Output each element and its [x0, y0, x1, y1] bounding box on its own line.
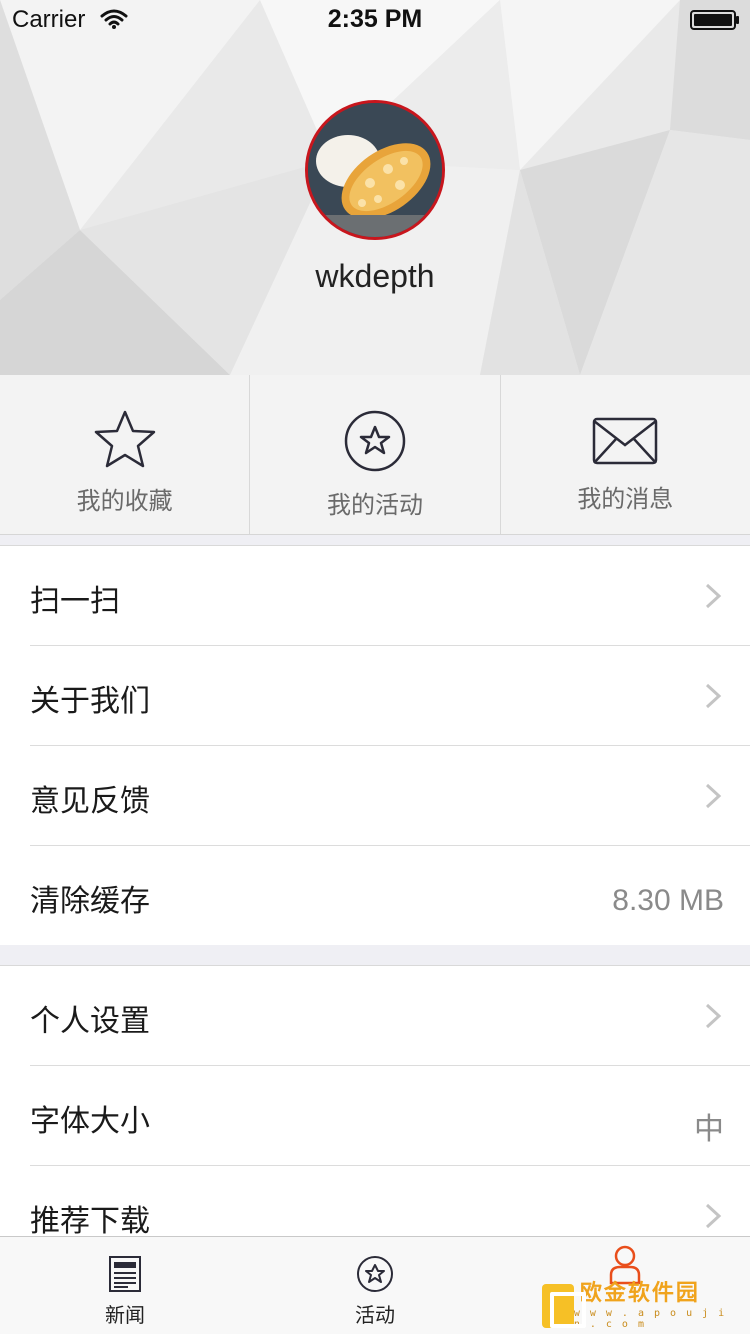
row-personal-settings[interactable]: 个人设置: [0, 966, 750, 1066]
row-clear-cache[interactable]: 清除缓存 8.30 MB: [0, 846, 750, 946]
star-circle-icon: [357, 1256, 393, 1292]
chevron-right-icon: [705, 1003, 722, 1029]
cache-size-value: 8.30 MB: [612, 884, 724, 917]
row-label: 扫一扫: [30, 584, 120, 619]
profile-header: Carrier 2:35 PM wkdepth: [0, 0, 750, 375]
activities-button[interactable]: 我的活动: [250, 375, 501, 534]
chevron-right-icon: [705, 683, 722, 709]
row-scan[interactable]: 扫一扫: [0, 546, 750, 646]
star-circle-icon: [344, 410, 406, 472]
favorites-label: 我的收藏: [76, 487, 173, 515]
tab-activities[interactable]: 活动: [250, 1237, 500, 1334]
status-bar: Carrier 2:35 PM: [0, 0, 750, 40]
row-label: 推荐下载: [30, 1204, 150, 1237]
envelope-icon: [593, 417, 658, 465]
star-outline-icon: [94, 410, 155, 468]
favorites-button[interactable]: 我的收藏: [0, 375, 251, 534]
watermark: 欧金软件园 w w w . a p o u j i n . c o m: [542, 1282, 742, 1330]
chevron-right-icon: [705, 583, 722, 609]
row-font-size[interactable]: 字体大小 中: [0, 1066, 750, 1166]
chevron-right-icon: [705, 783, 722, 809]
row-label: 关于我们: [30, 684, 150, 719]
row-recommend-download[interactable]: 推荐下载: [0, 1166, 750, 1237]
tab-bar: 新闻 活动 欧金软件园 w w w . a p o u j i n . c o …: [0, 1236, 750, 1334]
watermark-url: w w w . a p o u j i n . c o m: [573, 1307, 727, 1330]
row-label: 意见反馈: [30, 784, 150, 819]
settings-group-2: 个人设置 字体大小 中 推荐下载: [0, 965, 750, 1237]
avatar[interactable]: [305, 100, 445, 240]
watermark-logo-icon: [542, 1284, 586, 1328]
avatar-image: [308, 103, 442, 237]
tab-label: 活动: [355, 1303, 395, 1327]
messages-label: 我的消息: [577, 485, 674, 513]
watermark-text: 欧金软件园: [579, 1280, 700, 1306]
username: wkdepth: [315, 258, 435, 294]
activities-label: 我的活动: [326, 491, 423, 519]
quick-actions: 我的收藏 我的活动 我的消息: [0, 375, 750, 535]
status-time: 2:35 PM: [327, 5, 423, 33]
settings-group-1: 扫一扫 关于我们 意见反馈 清除缓存 8.30 MB: [0, 545, 750, 945]
tab-news[interactable]: 新闻: [0, 1237, 250, 1334]
newspaper-icon: [109, 1256, 141, 1292]
battery-icon: [690, 10, 739, 30]
chevron-right-icon: [705, 1203, 722, 1229]
font-size-value: 中: [694, 1112, 724, 1147]
messages-button[interactable]: 我的消息: [501, 375, 750, 534]
tab-label: 新闻: [105, 1303, 145, 1327]
person-icon: [609, 1245, 641, 1285]
row-label: 字体大小: [30, 1104, 150, 1139]
row-feedback[interactable]: 意见反馈: [0, 746, 750, 846]
row-label: 清除缓存: [30, 884, 150, 919]
row-label: 个人设置: [30, 1004, 150, 1039]
row-about-us[interactable]: 关于我们: [0, 646, 750, 746]
